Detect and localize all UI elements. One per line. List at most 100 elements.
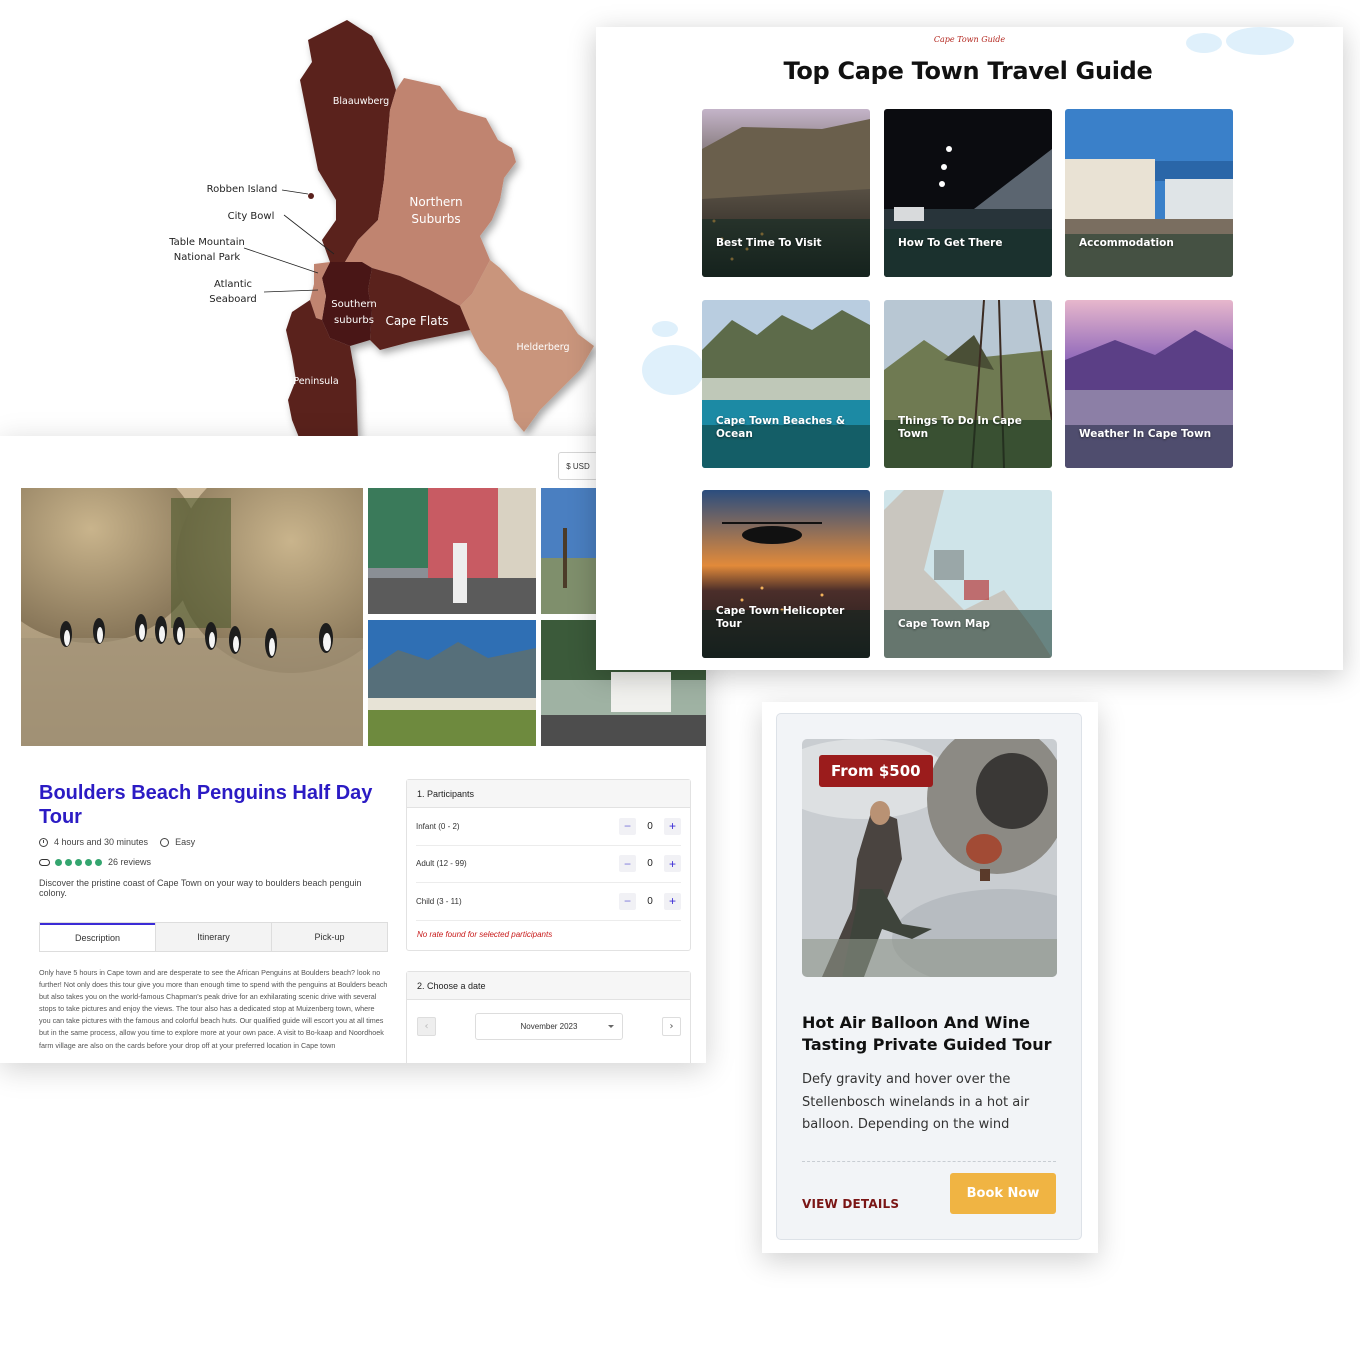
guide-card-beaches[interactable]: Cape Town Beaches & Ocean — [702, 300, 870, 468]
tour-card-body: From $500 Hot Air Balloon And Wine Tasti… — [776, 713, 1082, 1240]
price-badge: From $500 — [819, 755, 933, 787]
guide-card-weather[interactable]: Weather In Cape Town — [1065, 300, 1233, 468]
label-peninsula: Peninsula — [293, 376, 338, 387]
tour-tabs: Description Itinerary Pick-up — [39, 922, 388, 952]
label-northern-1: Northern — [409, 195, 462, 209]
label-cape-flats: Cape Flats — [385, 314, 448, 328]
decor-cloud — [652, 321, 678, 337]
callout-robben-island: Robben Island — [207, 184, 278, 195]
site-logo[interactable]: Cape Town Guide — [596, 35, 1343, 44]
review-count[interactable]: 26 reviews — [108, 857, 151, 867]
label-northern-2: Suburbs — [411, 212, 460, 226]
view-details-link[interactable]: VIEW DETAILS — [802, 1197, 899, 1211]
divider — [802, 1161, 1056, 1162]
guide-card-how-to-get-there[interactable]: How To Get There — [884, 109, 1052, 277]
decor-cloud — [642, 345, 704, 395]
guide-card-label: Weather In Cape Town — [1079, 428, 1212, 440]
difficulty-icon — [160, 837, 170, 847]
rating-dot — [55, 858, 62, 866]
rating[interactable]: 26 reviews — [39, 857, 151, 867]
gallery-camps-bay-photo[interactable] — [368, 620, 536, 746]
currency-selector[interactable]: $ USD — [558, 452, 598, 480]
tour-summary: Discover the pristine coast of Cape Town… — [39, 878, 362, 898]
chevron-down-icon — [608, 1025, 614, 1028]
tour-duration: 4 hours and 30 minutes — [54, 837, 149, 847]
gallery-palms-photo[interactable] — [541, 488, 601, 614]
clock-icon — [39, 837, 48, 847]
prev-month-button[interactable]: ‹ — [417, 1017, 436, 1036]
participant-label: Infant (0 - 2) — [416, 821, 460, 831]
participant-label: Child (3 - 11) — [416, 896, 462, 906]
label-blaauwberg: Blaauwberg — [333, 96, 389, 107]
guide-card-label: Cape Town Beaches & Ocean — [716, 415, 845, 440]
callout-table-mountain-1: Table Mountain — [168, 237, 245, 248]
decrement-button[interactable]: − — [619, 855, 636, 873]
callout-city-bowl: City Bowl — [228, 211, 275, 222]
tour-card-hot-air-balloon: From $500 Hot Air Balloon And Wine Tasti… — [762, 702, 1098, 1253]
label-southern-1: Southern — [331, 299, 377, 310]
month-select[interactable]: November 2023 — [475, 1013, 623, 1040]
callout-atlantic-2: Seaboard — [209, 294, 257, 305]
participant-row-infant: Infant (0 - 2) − 0 + — [416, 808, 681, 846]
quantity-stepper: − 0 + — [619, 855, 681, 873]
increment-button[interactable]: + — [664, 817, 681, 835]
guide-title: Top Cape Town Travel Guide — [783, 57, 1153, 85]
participant-label: Adult (12 - 99) — [416, 859, 467, 869]
rating-dot — [95, 858, 102, 866]
decrement-button[interactable]: − — [619, 892, 636, 910]
book-now-button[interactable]: Book Now — [950, 1173, 1056, 1214]
decrement-button[interactable]: − — [619, 817, 636, 835]
rating-dot — [65, 858, 72, 866]
participants-heading: 1. Participants — [407, 780, 690, 808]
gallery-main-penguins-photo[interactable] — [21, 488, 363, 746]
robben-island-dot — [308, 193, 314, 199]
gallery-bokaap-photo[interactable] — [368, 488, 536, 614]
month-navigation: ‹ November 2023 › — [417, 1013, 681, 1040]
guide-card-accommodation[interactable]: Accommodation — [1065, 109, 1233, 277]
guide-card-label: Cape Town Map — [898, 618, 990, 630]
quantity-stepper: − 0 + — [619, 892, 681, 910]
increment-button[interactable]: + — [664, 892, 681, 910]
callout-table-mountain-2: National Park — [174, 252, 241, 263]
tripadvisor-icon — [39, 858, 50, 866]
label-southern-2: suburbs — [334, 315, 374, 326]
tour-description-text: Only have 5 hours in Cape town and are d… — [39, 968, 388, 1050]
quantity-value: 0 — [647, 820, 653, 832]
guide-card-map[interactable]: Cape Town Map — [884, 490, 1052, 658]
label-helderberg: Helderberg — [516, 342, 569, 353]
rate-error-message: No rate found for selected participants — [417, 929, 553, 939]
guide-card-best-time[interactable]: Best Time To Visit — [702, 109, 870, 277]
guide-card-label: Cape Town Helicopter Tour — [716, 605, 845, 630]
tour-card-description: Defy gravity and hover over the Stellenb… — [802, 1072, 1030, 1132]
tab-pickup[interactable]: Pick-up — [271, 923, 387, 951]
balloon-photo[interactable]: From $500 — [802, 739, 1057, 977]
rating-dot — [75, 858, 82, 866]
rating-dot — [85, 858, 92, 866]
guide-card-things-to-do[interactable]: Things To Do In Cape Town — [884, 300, 1052, 468]
tour-meta: 4 hours and 30 minutes Easy — [39, 837, 195, 847]
quantity-value: 0 — [647, 858, 653, 870]
guide-card-label: Best Time To Visit — [716, 237, 822, 249]
participant-row-adult: Adult (12 - 99) − 0 + — [416, 846, 681, 883]
guide-card-label: Accommodation — [1079, 237, 1174, 249]
date-heading: 2. Choose a date — [407, 972, 690, 1000]
tab-itinerary[interactable]: Itinerary — [155, 923, 271, 951]
tour-card-title[interactable]: Hot Air Balloon And Wine Tasting Private… — [802, 1012, 1062, 1056]
tour-difficulty: Easy — [175, 837, 196, 847]
next-month-button[interactable]: › — [662, 1017, 681, 1036]
quantity-value: 0 — [647, 895, 653, 907]
tab-description[interactable]: Description — [40, 923, 155, 951]
increment-button[interactable]: + — [664, 855, 681, 873]
cape-town-regions-map: Blaauwberg Northern Suburbs Southern sub… — [0, 0, 600, 440]
travel-guide-page: Cape Town Guide Top Cape Town Travel Gui… — [596, 27, 1343, 670]
date-panel: 2. Choose a date ‹ November 2023 › — [406, 971, 691, 1063]
tour-title: Boulders Beach Penguins Half Day Tour — [39, 782, 373, 828]
participant-row-child: Child (3 - 11) − 0 + — [416, 883, 681, 921]
participants-panel: 1. Participants Infant (0 - 2) − 0 + Adu… — [406, 779, 691, 951]
guide-card-label: How To Get There — [898, 237, 1003, 249]
guide-card-label: Things To Do In Cape Town — [898, 415, 1022, 440]
guide-card-helicopter[interactable]: Cape Town Helicopter Tour — [702, 490, 870, 658]
quantity-stepper: − 0 + — [619, 817, 681, 835]
callout-atlantic-1: Atlantic — [214, 279, 252, 290]
month-value: November 2023 — [520, 1022, 578, 1031]
